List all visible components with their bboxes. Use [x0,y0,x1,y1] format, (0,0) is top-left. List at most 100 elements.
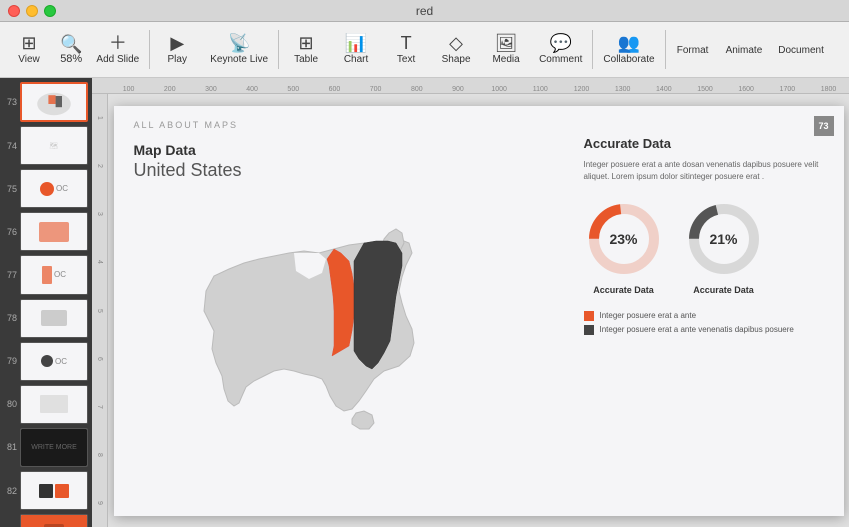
table-button[interactable]: ⊞ Table [281,22,331,77]
zoom-value: 58% [60,53,82,65]
animate-label: Animate [726,45,763,56]
chart-icon: 📊 [345,34,367,52]
comment-button[interactable]: 💬 Comment [531,22,590,77]
shape-button[interactable]: ◇ Shape [431,22,481,77]
document-label: Document [778,45,824,56]
zoom-control[interactable]: 🔍 58% [54,22,88,77]
close-button[interactable] [8,5,20,17]
text-label: Text [397,54,415,65]
shape-icon: ◇ [449,34,463,52]
collaborate-icon: 👥 [618,34,640,52]
donut-caption-2: Accurate Data [693,285,754,295]
slide-thumb-80[interactable] [20,385,88,424]
ruler-vertical: 1 2 3 4 5 6 7 8 9 [92,94,108,527]
slide-num-82: 82 [4,486,17,496]
play-label: Play [168,54,187,65]
slide-thumb-83[interactable] [20,514,88,527]
slide-thumb-82[interactable] [20,471,88,510]
chart-label: Chart [344,54,368,65]
slide-num-74: 74 [4,141,17,151]
slide-header-label: ALL ABOUT MAPS [134,120,239,130]
comment-label: Comment [539,54,582,65]
slide-num-79: 79 [4,356,17,366]
donut-label-2: 21% [709,231,737,247]
legend-box-1 [584,311,594,321]
media-button[interactable]: 🖼 Media [481,22,531,77]
view-button[interactable]: ⊞ View [4,22,54,77]
format-label: Format [677,45,709,56]
maximize-button[interactable] [44,5,56,17]
table-icon: ⊞ [299,34,314,52]
accurate-data-text: Integer posuere erat a ante dosan venena… [584,159,824,183]
add-slide-button[interactable]: ＋ Add Slide [88,22,147,77]
legend-text-1: Integer posuere erat a ante [600,311,697,320]
collaborate-button[interactable]: 👥 Collaborate [595,22,662,77]
donut-charts-row: 23% Accurate Data [584,199,824,295]
slide-num-81: 81 [4,442,17,452]
map-data-title: Map Data [134,142,474,158]
ruler-horizontal: 100 200 300 400 500 600 700 800 900 1000… [92,78,849,94]
australia-map-svg [134,191,454,441]
keynote-live-icon: 📡 [228,34,250,52]
slide-thumb-76[interactable] [20,212,88,251]
keynote-live-button[interactable]: 📡 Keynote Live [202,22,276,77]
map-section: Map Data United States [134,142,474,446]
play-button[interactable]: ▶ Play [152,22,202,77]
separator-3 [592,30,593,69]
separator-2 [278,30,279,69]
zoom-icon: 🔍 [60,35,82,53]
legend-text-2: Integer posuere erat a ante venenatis da… [600,325,794,334]
slide-thumb-77[interactable]: OC [20,255,88,294]
main-area: 73 7 [0,78,849,527]
media-icon: 🖼 [495,34,518,52]
thumb-australia-map [34,88,74,116]
slide-num-78: 78 [4,313,17,323]
play-icon: ▶ [170,34,184,52]
right-panel: Accurate Data Integer posuere erat a ant… [584,136,824,339]
slide-thumb-79[interactable]: OC [20,342,88,381]
separator-4 [665,30,666,69]
slide-num-73: 73 [4,97,17,107]
slide-panel: 73 7 [0,78,92,527]
donut-caption-1: Accurate Data [593,285,654,295]
donut-label-1: 23% [609,231,637,247]
table-label: Table [294,54,318,65]
slide-num-76: 76 [4,227,17,237]
add-slide-label: Add Slide [96,54,139,65]
add-slide-icon: ＋ [109,34,127,52]
window-title: red [416,4,433,18]
slide-num-80: 80 [4,399,17,409]
slide-thumb-78[interactable] [20,299,88,338]
title-bar: red [0,0,849,22]
comment-icon: 💬 [550,34,572,52]
media-label: Media [492,54,519,65]
donut-wrapper-1: 23% [584,199,664,279]
view-icon: ⊞ [21,34,36,52]
text-icon: T [401,34,412,52]
document-button[interactable]: Document [770,22,832,77]
collaborate-label: Collaborate [603,54,654,65]
slide-num-75: 75 [4,184,17,194]
minimize-button[interactable] [26,5,38,17]
keynote-live-label: Keynote Live [210,54,268,65]
traffic-lights [8,5,56,17]
slide-number-badge: 73 [814,116,834,136]
slide-thumb-73[interactable] [20,82,88,122]
donut-wrapper-2: 21% [684,199,764,279]
canvas-area: 100 200 300 400 500 600 700 800 900 1000… [92,78,849,527]
legend-box-2 [584,325,594,335]
animate-button[interactable]: Animate [718,22,771,77]
text-button[interactable]: T Text [381,22,431,77]
slide-thumb-75[interactable]: OC [20,169,88,208]
chart-button[interactable]: 📊 Chart [331,22,381,77]
donut-chart-1: 23% Accurate Data [584,199,664,295]
slide-thumb-81[interactable]: WRITE MORE [20,428,88,467]
format-button[interactable]: Format [668,22,718,77]
slide-canvas: ALL ABOUT MAPS 73 Map Data United States [114,106,844,516]
slide-thumb-74[interactable]: 🗺 [20,126,88,165]
accurate-data-title: Accurate Data [584,136,824,151]
slide-num-77: 77 [4,270,17,280]
separator-1 [149,30,150,69]
toolbar: ⊞ View 🔍 58% ＋ Add Slide ▶ Play 📡 Keynot… [0,22,849,78]
view-label: View [18,54,40,65]
